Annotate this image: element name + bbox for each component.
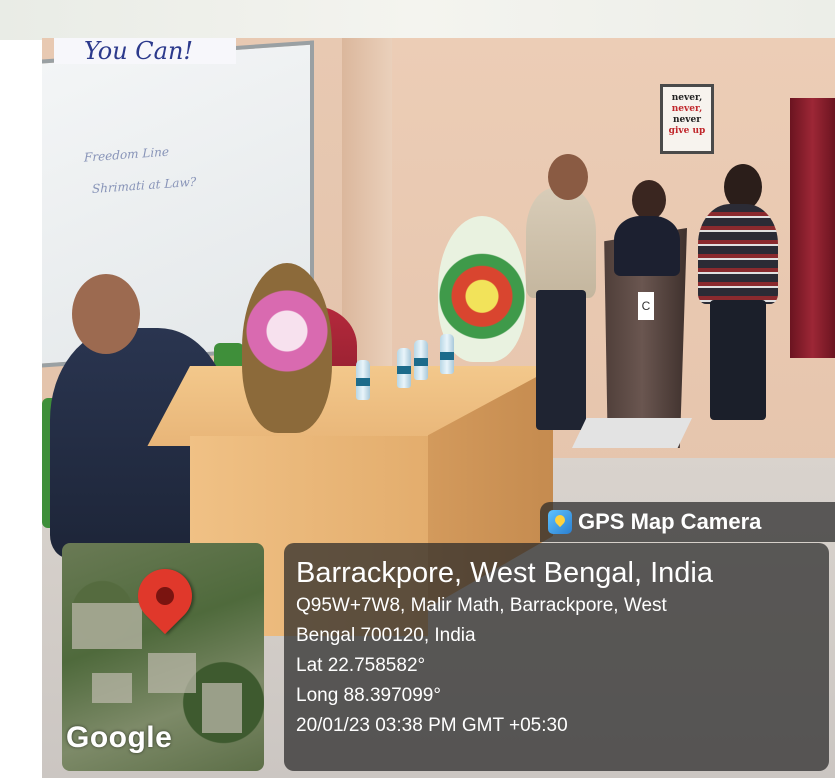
- podium-base: [572, 418, 692, 448]
- gps-app-label: GPS Map Camera: [578, 509, 762, 534]
- pink-bouquet: [242, 263, 332, 433]
- water-bottle: [440, 334, 454, 374]
- whiteboard-text: Shrimati at Law?: [92, 174, 197, 197]
- event-photo: Freedom Line Shrimati at Law? You Can! n…: [0, 0, 835, 778]
- curtain: [790, 98, 835, 358]
- poster-line: never,: [671, 104, 703, 114]
- seated-man-head: [72, 274, 140, 354]
- water-bottle: [397, 348, 411, 388]
- student-head: [632, 180, 666, 220]
- map-building: [202, 683, 242, 733]
- poster-line: never: [673, 115, 701, 125]
- gps-map-camera-tag: GPS Map Camera: [540, 502, 835, 542]
- student-boy-trousers: [710, 300, 766, 420]
- poster-line: never,: [671, 93, 703, 103]
- gps-map-camera-icon: [548, 510, 572, 534]
- address-line: Bengal 700120, India: [296, 625, 476, 646]
- speaker: [526, 188, 596, 298]
- map-building: [72, 603, 142, 649]
- student-boy: [698, 204, 778, 304]
- speaker-trousers: [536, 290, 586, 430]
- place-title: Barrackpore, West Bengal, India: [296, 557, 713, 589]
- watermark-band: [0, 0, 835, 40]
- map-building: [92, 673, 132, 703]
- map-thumbnail: Google: [62, 543, 264, 771]
- map-building: [148, 653, 196, 693]
- whiteboard-text: Freedom Line: [84, 144, 170, 165]
- podium-logo: C: [638, 292, 654, 320]
- longitude: Long 88.397099°: [296, 685, 441, 706]
- speaker-head: [548, 154, 588, 200]
- student-girl: [614, 216, 680, 276]
- never-give-up-poster: never, never, never give up: [660, 84, 714, 154]
- poster-line: give up: [668, 126, 706, 136]
- timestamp: 20/01/23 03:38 PM GMT +05:30: [296, 715, 568, 736]
- water-bottle: [414, 340, 428, 380]
- latitude: Lat 22.758582°: [296, 655, 426, 676]
- water-bottle: [356, 360, 370, 400]
- gps-info-card: Barrackpore, West Bengal, India Q95W+7W8…: [284, 543, 829, 771]
- motivation-banner: You Can!: [54, 38, 236, 64]
- map-attribution: Google: [66, 721, 173, 754]
- address-line: Q95W+7W8, Malir Math, Barrackpore, West: [296, 595, 667, 616]
